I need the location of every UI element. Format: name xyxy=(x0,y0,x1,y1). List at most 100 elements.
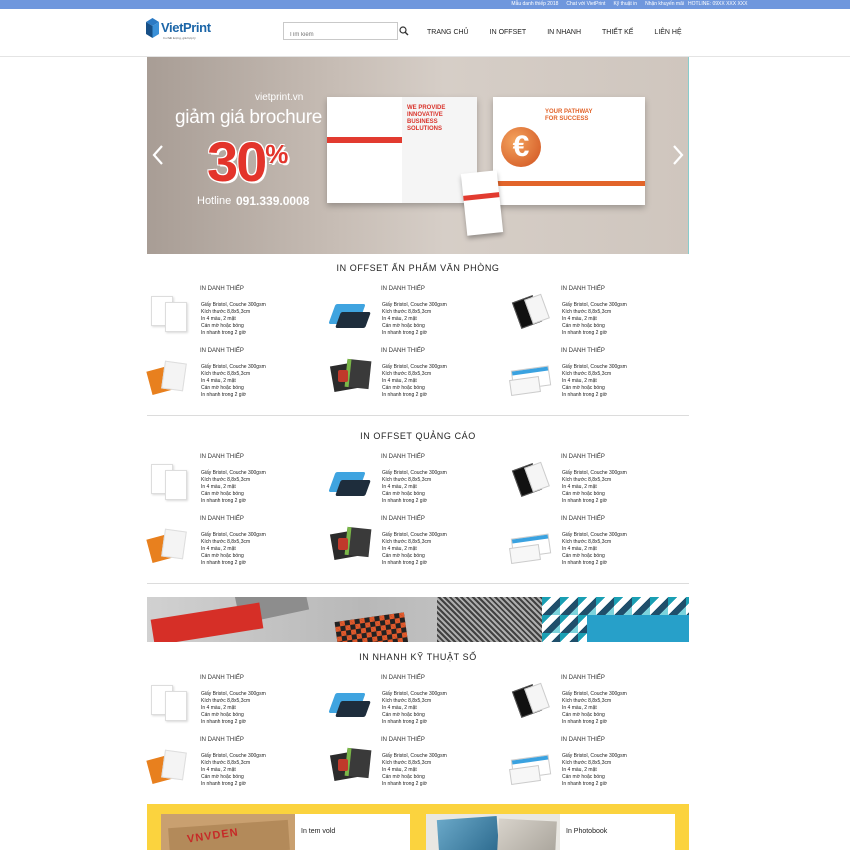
chevron-left-icon[interactable] xyxy=(151,144,165,166)
product-thumbnail[interactable] xyxy=(146,745,192,785)
product-thumbnail[interactable] xyxy=(147,683,192,723)
product-spec: In 4 màu, 2 mặt xyxy=(562,767,597,773)
product-thumbnail[interactable] xyxy=(147,294,192,334)
product-card[interactable]: IN DANH THIẾP Giấy Bristol, Couche 300gsm… xyxy=(508,286,683,346)
product-card[interactable]: IN DANH THIẾP Giấy Bristol, Couche 300gsm… xyxy=(508,737,683,797)
product-spec: Kích thước 8,8x5,3cm xyxy=(201,371,251,377)
product-thumbnail[interactable] xyxy=(508,356,553,397)
product-card[interactable]: IN DANH THIẾP Giấy Bristol, Couche 300gsm… xyxy=(328,516,503,576)
product-thumbnail[interactable] xyxy=(328,745,373,785)
product-thumbnail[interactable] xyxy=(508,524,553,565)
promo-label-stamp[interactable]: In tem vold xyxy=(301,828,335,835)
product-card[interactable]: IN DANH THIẾP Giấy Bristol, Couche 300gsm… xyxy=(146,737,322,797)
product-spec: Cán mờ hoặc bóng xyxy=(382,712,425,718)
product-spec: In nhanh trong 2 giờ xyxy=(201,560,246,566)
product-spec: Kích thước 8,8x5,3cm xyxy=(382,698,432,704)
product-card[interactable]: IN DANH THIẾP Giấy Bristol, Couche 300gsm… xyxy=(328,675,503,735)
product-spec: Kích thước 8,8x5,3cm xyxy=(562,760,612,766)
product-spec: In nhanh trong 2 giờ xyxy=(201,498,246,504)
promo-label-photobook[interactable]: In Photobook xyxy=(566,828,607,835)
product-card[interactable]: IN DANH THIẾP Giấy Bristol, Couche 300gsm… xyxy=(146,348,322,408)
product-name[interactable]: IN DANH THIẾP xyxy=(561,516,605,522)
product-name[interactable]: IN DANH THIẾP xyxy=(200,675,244,681)
brochure-image-right: € YOUR PATHWAY FOR SUCCESS xyxy=(493,97,645,205)
search-icon[interactable] xyxy=(398,25,410,37)
hero-banner[interactable]: vietprint.vn giảm giá brochure 30% Hotli… xyxy=(147,57,689,254)
product-spec: In 4 màu, 2 mặt xyxy=(382,378,417,384)
product-thumbnail[interactable] xyxy=(147,462,192,502)
product-name[interactable]: IN DANH THIẾP xyxy=(381,737,425,743)
top-link-techniques[interactable]: Kỹ thuật in xyxy=(613,0,637,9)
product-spec: In 4 màu, 2 mặt xyxy=(382,546,417,552)
nav-contact[interactable]: LIÊN HỆ xyxy=(654,29,681,36)
promo-card-photobook[interactable]: In Photobook xyxy=(426,814,675,850)
top-link-templates[interactable]: Mẫu danh thiếp 2018 xyxy=(511,0,558,9)
product-card[interactable]: IN DANH THIẾP Giấy Bristol, Couche 300gsm… xyxy=(328,286,503,346)
top-link-chat[interactable]: Chat với VietPrint xyxy=(566,0,605,9)
product-name[interactable]: IN DANH THIẾP xyxy=(561,348,605,354)
product-card[interactable]: IN DANH THIẾP Giấy Bristol, Couche 300gsm… xyxy=(508,516,683,576)
product-card[interactable]: IN DANH THIẾP Giấy Bristol, Couche 300gsm… xyxy=(147,454,322,514)
nav-quick-print[interactable]: IN NHANH xyxy=(547,29,581,36)
product-spec: In nhanh trong 2 giờ xyxy=(562,560,607,566)
product-spec: Giấy Bristol, Couche 300gsm xyxy=(201,470,266,476)
product-card[interactable]: IN DANH THIẾP Giấy Bristol, Couche 300gsm… xyxy=(328,348,503,408)
product-thumbnail[interactable] xyxy=(508,745,553,786)
product-thumbnail[interactable] xyxy=(146,356,192,396)
product-name[interactable]: IN DANH THIẾP xyxy=(200,454,244,460)
product-thumbnail[interactable] xyxy=(328,462,373,502)
product-spec: In nhanh trong 2 giờ xyxy=(562,392,607,398)
product-thumbnail[interactable] xyxy=(328,356,373,396)
product-name[interactable]: IN DANH THIẾP xyxy=(381,516,425,522)
product-thumbnail[interactable] xyxy=(508,682,553,723)
product-thumbnail[interactable] xyxy=(328,524,373,564)
product-spec: Giấy Bristol, Couche 300gsm xyxy=(562,364,627,370)
site-logo[interactable]: VietPrint In chất lượng, giá hợp lý xyxy=(146,16,226,44)
product-card[interactable]: IN DANH THIẾP Giấy Bristol, Couche 300gsm… xyxy=(146,516,322,576)
product-spec: In 4 màu, 2 mặt xyxy=(562,316,597,322)
product-thumbnail[interactable] xyxy=(328,683,373,723)
product-name[interactable]: IN DANH THIẾP xyxy=(561,675,605,681)
product-thumbnail[interactable] xyxy=(328,294,373,334)
product-spec: In nhanh trong 2 giờ xyxy=(382,330,427,336)
product-name[interactable]: IN DANH THIẾP xyxy=(561,737,605,743)
product-name[interactable]: IN DANH THIẾP xyxy=(200,348,244,354)
product-name[interactable]: IN DANH THIẾP xyxy=(200,737,244,743)
product-card[interactable]: IN DANH THIẾP Giấy Bristol, Couche 300gsm… xyxy=(328,454,503,514)
chevron-right-icon[interactable] xyxy=(671,144,685,166)
product-name[interactable]: IN DANH THIẾP xyxy=(381,675,425,681)
product-thumbnail[interactable] xyxy=(146,524,192,564)
product-spec: In nhanh trong 2 giờ xyxy=(562,781,607,787)
brochure-image-left: WE PROVIDE INNOVATIVE BUSINESS SOLUTIONS xyxy=(327,97,477,203)
nav-offset[interactable]: IN OFFSET xyxy=(490,29,527,36)
product-spec: Giấy Bristol, Couche 300gsm xyxy=(201,364,266,370)
product-name[interactable]: IN DANH THIẾP xyxy=(561,454,605,460)
product-name[interactable]: IN DANH THIẾP xyxy=(381,348,425,354)
product-name[interactable]: IN DANH THIẾP xyxy=(381,454,425,460)
nav-home[interactable]: TRANG CHỦ xyxy=(427,29,469,36)
product-spec: In nhanh trong 2 giờ xyxy=(382,392,427,398)
product-card[interactable]: IN DANH THIẾP Giấy Bristol, Couche 300gsm… xyxy=(508,675,683,735)
nav-design[interactable]: THIẾT KẾ xyxy=(602,29,633,36)
product-name[interactable]: IN DANH THIẾP xyxy=(561,286,605,292)
product-thumbnail[interactable] xyxy=(508,461,553,502)
product-card[interactable]: IN DANH THIẾP Giấy Bristol, Couche 300gsm… xyxy=(147,286,322,346)
product-name[interactable]: IN DANH THIẾP xyxy=(381,286,425,292)
banner-hotline-label: Hotline xyxy=(197,195,232,207)
product-spec: Giấy Bristol, Couche 300gsm xyxy=(562,532,627,538)
product-card[interactable]: IN DANH THIẾP Giấy Bristol, Couche 300gsm… xyxy=(508,348,683,408)
product-name[interactable]: IN DANH THIẾP xyxy=(200,286,244,292)
product-card[interactable]: IN DANH THIẾP Giấy Bristol, Couche 300gsm… xyxy=(328,737,503,797)
euro-icon: € xyxy=(501,127,541,167)
product-card[interactable]: IN DANH THIẾP Giấy Bristol, Couche 300gsm… xyxy=(147,675,322,735)
brochure-left-title: WE PROVIDE INNOVATIVE BUSINESS SOLUTIONS xyxy=(407,105,446,132)
product-spec: In 4 màu, 2 mặt xyxy=(562,484,597,490)
search-input[interactable] xyxy=(284,27,397,43)
product-spec: In 4 màu, 2 mặt xyxy=(562,378,597,384)
product-name[interactable]: IN DANH THIẾP xyxy=(200,516,244,522)
product-spec: Giấy Bristol, Couche 300gsm xyxy=(201,302,266,308)
product-card[interactable]: IN DANH THIẾP Giấy Bristol, Couche 300gsm… xyxy=(508,454,683,514)
promo-card-stamp[interactable]: VNVDEN In tem vold xyxy=(161,814,410,850)
top-link-promotions[interactable]: Nhận khuyến mãi xyxy=(645,0,684,9)
product-thumbnail[interactable] xyxy=(508,293,553,334)
